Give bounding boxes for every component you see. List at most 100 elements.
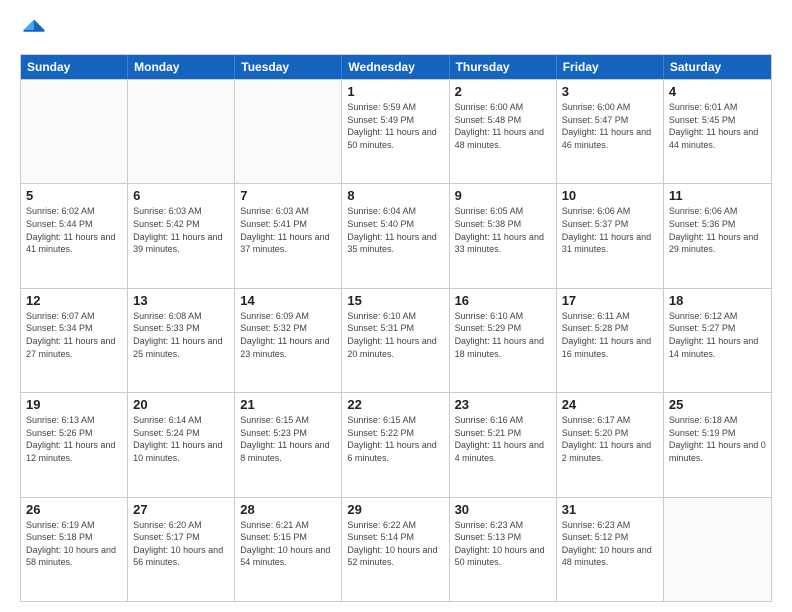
day-info: Sunrise: 6:10 AM Sunset: 5:29 PM Dayligh… — [455, 310, 551, 360]
day-number: 14 — [240, 293, 336, 308]
day-cell-23: 23 Sunrise: 6:16 AM Sunset: 5:21 PM Dayli… — [450, 393, 557, 496]
logo-icon — [20, 16, 48, 44]
day-cell-16: 16 Sunrise: 6:10 AM Sunset: 5:29 PM Dayli… — [450, 289, 557, 392]
day-cell-14: 14Sunrise: 6:09 AM Sunset: 5:32 PM Dayli… — [235, 289, 342, 392]
day-number: 2 — [455, 84, 551, 99]
day-number: 23 — [455, 397, 551, 412]
day-number: 4 — [669, 84, 766, 99]
weekday-header-wednesday: Wednesday — [342, 55, 449, 79]
day-info: Sunrise: 5:59 AM Sunset: 5:49 PM Dayligh… — [347, 101, 443, 151]
day-info: Sunrise: 6:06 AM Sunset: 5:36 PM Dayligh… — [669, 205, 766, 255]
day-number: 11 — [669, 188, 766, 203]
day-info: Sunrise: 6:15 AM Sunset: 5:23 PM Dayligh… — [240, 414, 336, 464]
calendar-week-4: 19 Sunrise: 6:13 AM Sunset: 5:26 PM Dayli… — [21, 392, 771, 496]
day-cell-22: 22 Sunrise: 6:15 AM Sunset: 5:22 PM Dayli… — [342, 393, 449, 496]
day-info: Sunrise: 6:21 AM Sunset: 5:15 PM Dayligh… — [240, 519, 336, 569]
empty-cell — [128, 80, 235, 183]
day-info: Sunrise: 6:13 AM Sunset: 5:26 PM Dayligh… — [26, 414, 122, 464]
day-number: 18 — [669, 293, 766, 308]
day-number: 7 — [240, 188, 336, 203]
day-info: Sunrise: 6:14 AM Sunset: 5:24 PM Dayligh… — [133, 414, 229, 464]
day-number: 29 — [347, 502, 443, 517]
day-info: Sunrise: 6:06 AM Sunset: 5:37 PM Dayligh… — [562, 205, 658, 255]
day-info: Sunrise: 6:00 AM Sunset: 5:48 PM Dayligh… — [455, 101, 551, 151]
day-number: 21 — [240, 397, 336, 412]
day-info: Sunrise: 6:20 AM Sunset: 5:17 PM Dayligh… — [133, 519, 229, 569]
day-info: Sunrise: 6:03 AM Sunset: 5:42 PM Dayligh… — [133, 205, 229, 255]
day-info: Sunrise: 6:11 AM Sunset: 5:28 PM Dayligh… — [562, 310, 658, 360]
weekday-header-sunday: Sunday — [21, 55, 128, 79]
day-info: Sunrise: 6:23 AM Sunset: 5:12 PM Dayligh… — [562, 519, 658, 569]
day-cell-27: 27 Sunrise: 6:20 AM Sunset: 5:17 PM Dayli… — [128, 498, 235, 601]
day-cell-25: 25Sunrise: 6:18 AM Sunset: 5:19 PM Dayli… — [664, 393, 771, 496]
day-info: Sunrise: 6:02 AM Sunset: 5:44 PM Dayligh… — [26, 205, 122, 255]
day-cell-6: 6Sunrise: 6:03 AM Sunset: 5:42 PM Daylig… — [128, 184, 235, 287]
empty-cell — [664, 498, 771, 601]
calendar: SundayMondayTuesdayWednesdayThursdayFrid… — [20, 54, 772, 602]
day-cell-18: 18Sunrise: 6:12 AM Sunset: 5:27 PM Dayli… — [664, 289, 771, 392]
day-cell-17: 17 Sunrise: 6:11 AM Sunset: 5:28 PM Dayli… — [557, 289, 664, 392]
day-info: Sunrise: 6:19 AM Sunset: 5:18 PM Dayligh… — [26, 519, 122, 569]
day-cell-28: 28 Sunrise: 6:21 AM Sunset: 5:15 PM Dayli… — [235, 498, 342, 601]
day-info: Sunrise: 6:22 AM Sunset: 5:14 PM Dayligh… — [347, 519, 443, 569]
calendar-week-5: 26 Sunrise: 6:19 AM Sunset: 5:18 PM Dayli… — [21, 497, 771, 601]
day-info: Sunrise: 6:04 AM Sunset: 5:40 PM Dayligh… — [347, 205, 443, 255]
calendar-week-3: 12 Sunrise: 6:07 AM Sunset: 5:34 PM Dayli… — [21, 288, 771, 392]
day-info: Sunrise: 6:01 AM Sunset: 5:45 PM Dayligh… — [669, 101, 766, 151]
day-number: 26 — [26, 502, 122, 517]
day-cell-2: 2 Sunrise: 6:00 AM Sunset: 5:48 PM Daylig… — [450, 80, 557, 183]
day-cell-24: 24 Sunrise: 6:17 AM Sunset: 5:20 PM Dayli… — [557, 393, 664, 496]
weekday-header-tuesday: Tuesday — [235, 55, 342, 79]
day-number: 31 — [562, 502, 658, 517]
day-cell-19: 19 Sunrise: 6:13 AM Sunset: 5:26 PM Dayli… — [21, 393, 128, 496]
day-number: 24 — [562, 397, 658, 412]
day-number: 10 — [562, 188, 658, 203]
weekday-header-saturday: Saturday — [664, 55, 771, 79]
weekday-header-monday: Monday — [128, 55, 235, 79]
day-number: 28 — [240, 502, 336, 517]
day-number: 20 — [133, 397, 229, 412]
empty-cell — [21, 80, 128, 183]
day-cell-8: 8Sunrise: 6:04 AM Sunset: 5:40 PM Daylig… — [342, 184, 449, 287]
day-number: 12 — [26, 293, 122, 308]
day-info: Sunrise: 6:17 AM Sunset: 5:20 PM Dayligh… — [562, 414, 658, 464]
day-number: 27 — [133, 502, 229, 517]
day-info: Sunrise: 6:08 AM Sunset: 5:33 PM Dayligh… — [133, 310, 229, 360]
day-info: Sunrise: 6:10 AM Sunset: 5:31 PM Dayligh… — [347, 310, 443, 360]
calendar-header-row: SundayMondayTuesdayWednesdayThursdayFrid… — [21, 55, 771, 79]
day-info: Sunrise: 6:05 AM Sunset: 5:38 PM Dayligh… — [455, 205, 551, 255]
day-cell-15: 15 Sunrise: 6:10 AM Sunset: 5:31 PM Dayli… — [342, 289, 449, 392]
day-number: 25 — [669, 397, 766, 412]
day-number: 22 — [347, 397, 443, 412]
day-cell-13: 13 Sunrise: 6:08 AM Sunset: 5:33 PM Dayli… — [128, 289, 235, 392]
weekday-header-thursday: Thursday — [450, 55, 557, 79]
day-cell-4: 4 Sunrise: 6:01 AM Sunset: 5:45 PM Daylig… — [664, 80, 771, 183]
day-number: 17 — [562, 293, 658, 308]
day-cell-30: 30Sunrise: 6:23 AM Sunset: 5:13 PM Dayli… — [450, 498, 557, 601]
day-number: 9 — [455, 188, 551, 203]
day-cell-10: 10 Sunrise: 6:06 AM Sunset: 5:37 PM Dayli… — [557, 184, 664, 287]
day-info: Sunrise: 6:16 AM Sunset: 5:21 PM Dayligh… — [455, 414, 551, 464]
empty-cell — [235, 80, 342, 183]
day-cell-3: 3Sunrise: 6:00 AM Sunset: 5:47 PM Daylig… — [557, 80, 664, 183]
day-info: Sunrise: 6:15 AM Sunset: 5:22 PM Dayligh… — [347, 414, 443, 464]
logo — [20, 16, 52, 44]
day-number: 13 — [133, 293, 229, 308]
calendar-body: 1 Sunrise: 5:59 AM Sunset: 5:49 PM Daylig… — [21, 79, 771, 601]
day-cell-20: 20 Sunrise: 6:14 AM Sunset: 5:24 PM Dayli… — [128, 393, 235, 496]
day-cell-5: 5Sunrise: 6:02 AM Sunset: 5:44 PM Daylig… — [21, 184, 128, 287]
day-cell-29: 29 Sunrise: 6:22 AM Sunset: 5:14 PM Dayli… — [342, 498, 449, 601]
day-cell-11: 11 Sunrise: 6:06 AM Sunset: 5:36 PM Dayli… — [664, 184, 771, 287]
day-cell-21: 21 Sunrise: 6:15 AM Sunset: 5:23 PM Dayli… — [235, 393, 342, 496]
calendar-week-1: 1 Sunrise: 5:59 AM Sunset: 5:49 PM Daylig… — [21, 79, 771, 183]
day-number: 15 — [347, 293, 443, 308]
day-cell-31: 31 Sunrise: 6:23 AM Sunset: 5:12 PM Dayli… — [557, 498, 664, 601]
day-number: 19 — [26, 397, 122, 412]
day-info: Sunrise: 6:07 AM Sunset: 5:34 PM Dayligh… — [26, 310, 122, 360]
day-cell-26: 26 Sunrise: 6:19 AM Sunset: 5:18 PM Dayli… — [21, 498, 128, 601]
header — [20, 16, 772, 44]
day-info: Sunrise: 6:23 AM Sunset: 5:13 PM Dayligh… — [455, 519, 551, 569]
day-cell-7: 7Sunrise: 6:03 AM Sunset: 5:41 PM Daylig… — [235, 184, 342, 287]
day-number: 16 — [455, 293, 551, 308]
day-number: 1 — [347, 84, 443, 99]
